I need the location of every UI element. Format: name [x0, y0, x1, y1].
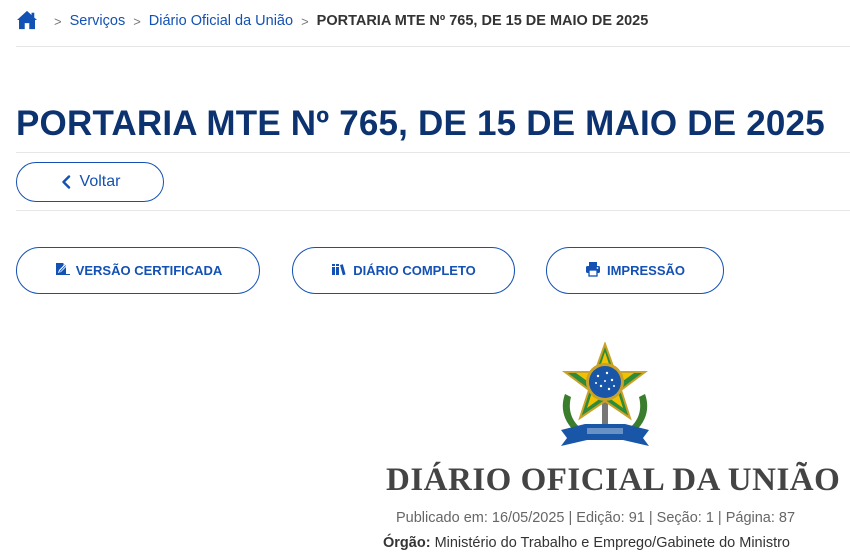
orgao-value: Ministério do Trabalho e Emprego/Gabinet… — [434, 535, 790, 551]
books-icon — [331, 261, 347, 280]
divider — [16, 210, 850, 211]
coat-of-arms-emblem — [551, 341, 659, 448]
divider — [16, 46, 850, 47]
breadcrumb-separator: > — [54, 13, 62, 29]
certified-version-label: VERSÃO CERTIFICADA — [75, 263, 223, 278]
divider — [16, 152, 850, 153]
certified-edit-icon — [54, 261, 70, 280]
breadcrumb: > Serviços > Diário Oficial da União > P… — [16, 8, 648, 34]
diario-oficial-header: DIÁRIO OFICIAL DA UNIÃO — [386, 462, 841, 498]
print-icon — [585, 261, 601, 280]
back-button[interactable]: Voltar — [16, 162, 164, 202]
home-icon[interactable] — [16, 10, 38, 32]
full-diary-button[interactable]: DIÁRIO COMPLETO — [292, 247, 515, 294]
breadcrumb-link-diario-oficial[interactable]: Diário Oficial da União — [149, 13, 293, 29]
certified-version-button[interactable]: VERSÃO CERTIFICADA — [16, 247, 260, 294]
breadcrumb-link-servicos[interactable]: Serviços — [70, 13, 126, 29]
breadcrumb-separator: > — [301, 13, 309, 29]
breadcrumb-separator: > — [133, 13, 141, 29]
back-button-label: Voltar — [79, 173, 121, 190]
chevron-left-icon — [60, 175, 72, 189]
page-title: PORTARIA MTE Nº 765, DE 15 DE MAIO DE 20… — [16, 104, 825, 143]
orgao-line: Órgão: Ministério do Trabalho e Emprego/… — [383, 535, 790, 551]
breadcrumb-current: PORTARIA MTE Nº 765, DE 15 DE MAIO DE 20… — [316, 13, 649, 29]
full-diary-label: DIÁRIO COMPLETO — [353, 263, 476, 278]
orgao-label: Órgão: — [383, 535, 431, 551]
print-button[interactable]: IMPRESSÃO — [546, 247, 724, 294]
publication-info: Publicado em: 16/05/2025 | Edição: 91 | … — [396, 510, 796, 526]
print-label: IMPRESSÃO — [606, 263, 685, 278]
